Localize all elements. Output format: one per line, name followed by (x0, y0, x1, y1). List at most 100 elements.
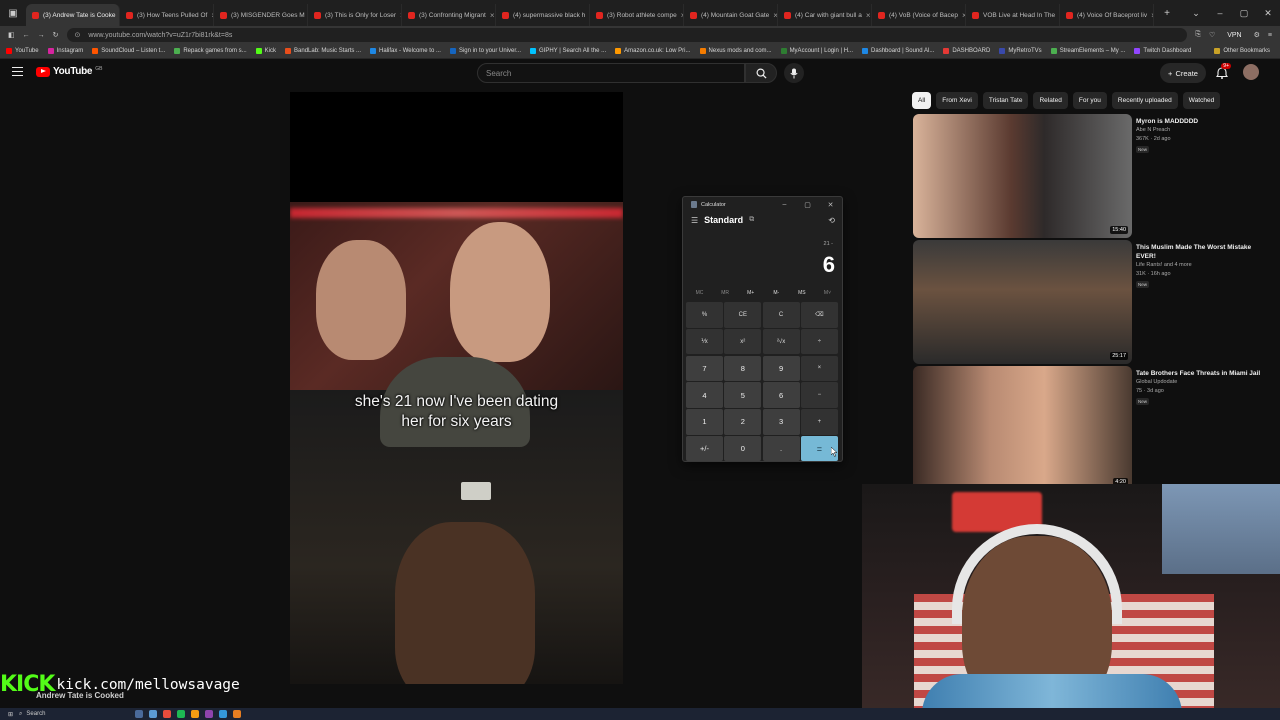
calculator-key[interactable]: 2 (724, 409, 762, 435)
browser-tab[interactable]: (3) This is Only for Loser× (308, 4, 402, 26)
tab-actions-icon[interactable]: ▣ (0, 2, 26, 24)
filter-chip[interactable]: Watched (1182, 92, 1221, 109)
calculator-key[interactable]: 1 (686, 409, 723, 435)
bookmark-item[interactable]: MyAccount | Login | H... (780, 48, 853, 54)
video-title[interactable]: Myron is MADDDDD (1136, 117, 1261, 126)
bookmark-item[interactable]: YouTube (6, 48, 39, 54)
browser-tab[interactable]: (3) Andrew Tate is Cooke× (26, 4, 120, 26)
browser-tab[interactable]: (3) MISGENDER Goes M× (214, 4, 308, 26)
calculator-key[interactable]: % (686, 302, 723, 328)
bookmark-item[interactable]: Instagram (47, 48, 83, 54)
history-icon[interactable]: ⟲ (828, 216, 835, 225)
browser-tab[interactable]: (3) Confronting Migrant × (402, 4, 496, 26)
minimize-icon[interactable]: – (773, 201, 796, 209)
bookmark-item[interactable]: Nexus mods and com... (699, 48, 772, 54)
memory-button[interactable]: M˅ (815, 290, 840, 296)
calculator-key[interactable]: CE (724, 302, 762, 328)
filter-chip[interactable]: All (912, 92, 932, 109)
bookmark-item[interactable]: Sign in to your Univer... (449, 48, 521, 54)
calculator-key[interactable]: 7 (686, 355, 723, 382)
taskbar-app-icon[interactable] (233, 710, 242, 718)
thumbnail[interactable]: 4:20 (913, 366, 1132, 490)
browser-tab[interactable]: (4) Voice Of Baceprot liv× (1060, 4, 1154, 26)
youtube-logo[interactable]: YouTube GB (36, 66, 102, 77)
notifications-button[interactable]: 9+ (1215, 63, 1231, 79)
channel-name[interactable]: Abe N Preach (1136, 127, 1170, 133)
video-player[interactable]: she's 21 now I've been dating her for si… (290, 92, 623, 684)
site-info-icon[interactable]: ⊙ (75, 31, 81, 39)
search-input[interactable]: Search (477, 63, 745, 83)
video-title[interactable]: This Muslim Made The Worst Mistake EVER! (1136, 243, 1261, 261)
memory-button[interactable]: MS (789, 290, 814, 296)
url-field[interactable]: ⊙ www.youtube.com/watch?v=uZ1r7bi81rk&t=… (66, 28, 1188, 42)
bookmark-item[interactable]: StreamElements – My ... (1050, 48, 1125, 54)
back-icon[interactable]: ← (23, 32, 30, 39)
recommendation-1[interactable]: 15:40 Myron is MADDDDD Abe N Preach 367K… (913, 114, 1253, 238)
filter-chip[interactable]: Related (1033, 92, 1068, 109)
browser-tab[interactable]: (4) Mountain Goat Gate × (684, 4, 778, 26)
extensions-icon[interactable]: ⚙ (1254, 31, 1260, 39)
forward-icon[interactable]: → (38, 32, 45, 39)
taskbar-search[interactable]: ⌕ Search (19, 710, 129, 719)
calculator-key[interactable]: + (800, 409, 838, 435)
filter-chip[interactable]: Tristan Tate (982, 92, 1029, 109)
calculator-key[interactable]: − (800, 382, 838, 408)
filter-chip[interactable]: Recently uploaded (1111, 92, 1178, 109)
reload-icon[interactable]: ↻ (53, 31, 59, 39)
bookmark-item[interactable]: SoundCloud – Listen t... (92, 48, 165, 54)
thumbnail[interactable]: 15:40 (913, 114, 1132, 238)
close-tab-icon[interactable]: × (490, 11, 495, 20)
bookmark-item[interactable]: Repack games from s... (174, 48, 247, 54)
calculator-key[interactable]: ⅟x (686, 328, 723, 355)
calculator-key[interactable]: 8 (724, 355, 762, 382)
browser-tab[interactable]: (3) Robot athlete compe× (590, 4, 684, 26)
tab-search-icon[interactable]: ⌄ (1184, 8, 1208, 19)
calculator-key[interactable]: 0 (724, 435, 762, 462)
hamburger-menu-icon[interactable] (12, 67, 23, 76)
recommendation-3[interactable]: 4:20 Tate Brothers Face Threats in Miami… (913, 366, 1260, 490)
taskbar-app-icon[interactable] (205, 710, 214, 718)
calculator-key[interactable]: 5 (724, 382, 762, 408)
taskbar-app-icon[interactable] (219, 710, 228, 718)
navigation-menu-icon[interactable]: ☰ (691, 216, 698, 225)
filter-chip[interactable]: For you (1072, 92, 1107, 109)
memory-button[interactable]: MR (713, 290, 738, 296)
taskbar-app-icon[interactable] (163, 710, 172, 718)
maximize-icon[interactable]: ▢ (1232, 8, 1256, 19)
taskbar-app-icon[interactable] (135, 710, 144, 718)
bookmark-item[interactable]: GIPHY | Search All the ... (530, 48, 606, 54)
close-tab-icon[interactable]: × (866, 11, 871, 20)
bookmark-icon[interactable]: ♡ (1209, 31, 1215, 39)
menu-icon[interactable]: ≡ (1268, 32, 1272, 39)
bookmark-item[interactable]: Dashboard | Sound Al... (862, 48, 934, 54)
recommendation-2[interactable]: 25:17 This Muslim Made The Worst Mistake… (913, 240, 1253, 364)
memory-button[interactable]: MC (687, 290, 712, 296)
calculator-key[interactable]: . (762, 435, 800, 462)
bookmark-item[interactable]: Halifax - Welcome to ... (370, 48, 441, 54)
bookmark-item[interactable]: Kick (255, 48, 276, 54)
minimize-icon[interactable]: – (1208, 8, 1232, 19)
calculator-key[interactable]: 6 (762, 382, 800, 408)
taskbar-app-icon[interactable] (191, 710, 200, 718)
browser-tab[interactable]: (4) supermassive black h× (496, 4, 590, 26)
channel-name[interactable]: Global Updodate (1136, 379, 1177, 385)
close-window-icon[interactable]: ✕ (1256, 8, 1280, 19)
new-tab-button[interactable]: + (1154, 2, 1180, 24)
calculator-key[interactable]: 3 (762, 409, 800, 435)
account-avatar[interactable] (1243, 64, 1259, 80)
close-icon[interactable]: ✕ (819, 201, 842, 209)
start-icon[interactable]: ⊞ (8, 711, 13, 718)
calculator-window[interactable]: Calculator – ▢ ✕ ☰ Standard ⧉ ⟲ 21 - 6 M… (682, 196, 843, 462)
calculator-key[interactable]: × (800, 355, 838, 382)
taskbar-app-icon[interactable] (177, 710, 186, 718)
vpn-button[interactable]: VPN (1223, 32, 1245, 39)
browser-tab[interactable]: (4) Car with giant bull a × (778, 4, 872, 26)
browser-tab[interactable]: (4) VoB (Voice of Bacep× (872, 4, 966, 26)
memory-button[interactable]: M+ (738, 290, 763, 296)
calculator-key[interactable]: ²√x (762, 328, 800, 355)
calculator-key[interactable]: x² (724, 328, 762, 355)
bookmark-item[interactable]: DASHBOARD (943, 48, 990, 54)
calculator-key[interactable]: 9 (762, 355, 800, 382)
calculator-key[interactable]: ⌫ (800, 302, 838, 328)
calculator-key[interactable]: +/- (686, 435, 723, 462)
